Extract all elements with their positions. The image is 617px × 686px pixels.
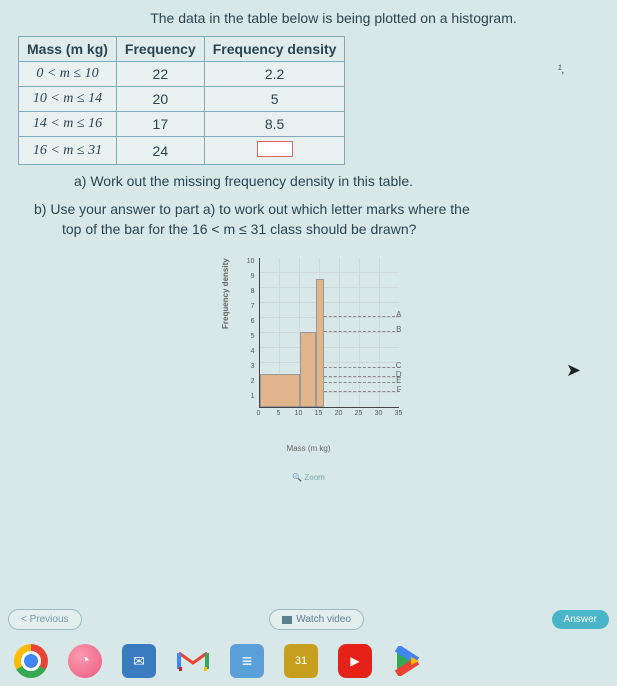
letter-marker-D: D	[324, 376, 400, 377]
answer-button[interactable]: Answer	[552, 610, 609, 629]
cell-freq: 17	[116, 112, 204, 137]
cell-freq: 22	[116, 62, 204, 87]
cell-dens: 2.2	[204, 62, 345, 87]
previous-button[interactable]: < Previous	[8, 609, 82, 630]
th-mass: Mass (m kg)	[19, 37, 117, 62]
histogram-bar	[260, 374, 300, 407]
question-b-line2: top of the bar for the 16 < m ≤ 31 class…	[62, 219, 416, 239]
th-dens: Frequency density	[204, 37, 345, 62]
letter-marker-E: E	[324, 382, 400, 383]
files-icon[interactable]: 31	[284, 644, 318, 678]
y-ticks: 12345678910	[245, 258, 257, 408]
watch-video-button[interactable]: Watch video	[269, 609, 364, 630]
letter-marker-C: C	[324, 367, 400, 368]
camera-icon	[282, 616, 292, 624]
nav-bar: < Previous Watch video Answer	[0, 609, 617, 630]
cell-dens: 5	[204, 87, 345, 112]
cell-dens-answer[interactable]	[204, 137, 345, 165]
cell-mass: 16 < m ≤ 31	[19, 137, 117, 165]
cell-mass: 10 < m ≤ 14	[19, 87, 117, 112]
y-axis-label: Frequency density	[221, 258, 230, 329]
tasks-icon[interactable]	[230, 644, 264, 678]
plot-area: A B C D E F	[259, 258, 399, 408]
cursor-icon: ➤	[566, 360, 581, 381]
cell-freq: 20	[116, 87, 204, 112]
table-row: 14 < m ≤ 16 17 8.5	[19, 112, 345, 137]
histogram-bar	[316, 279, 324, 407]
data-table: Mass (m kg) Frequency Frequency density …	[18, 36, 345, 165]
taskbar: ✉ 31	[0, 636, 617, 686]
outlook-icon[interactable]: ✉	[122, 644, 156, 678]
intro-text: The data in the table below is being plo…	[64, 10, 603, 26]
letter-marker-F: F	[324, 391, 400, 392]
chrome-icon[interactable]	[14, 644, 48, 678]
gmail-icon[interactable]	[176, 644, 210, 678]
x-axis-label: Mass (m kg)	[219, 444, 399, 453]
watch-label: Watch video	[296, 614, 351, 625]
table-row: 0 < m ≤ 10 22 2.2	[19, 62, 345, 87]
table-row: 16 < m ≤ 31 24	[19, 137, 345, 165]
th-freq: Frequency	[116, 37, 204, 62]
histogram-bar	[300, 332, 316, 407]
question-b: b) Use your answer to part a) to work ou…	[34, 199, 583, 240]
question-a: a) Work out the missing frequency densit…	[74, 173, 583, 189]
youtube-icon[interactable]	[338, 644, 372, 678]
question-b-line1: b) Use your answer to part a) to work ou…	[34, 201, 470, 217]
assistant-icon[interactable]	[68, 644, 102, 678]
scribble: ¹,	[558, 62, 565, 76]
cell-freq: 24	[116, 137, 204, 165]
letter-marker-B: B	[324, 331, 400, 332]
cell-mass: 0 < m ≤ 10	[19, 62, 117, 87]
play-store-icon[interactable]	[392, 644, 426, 678]
answer-box[interactable]	[257, 141, 293, 157]
cell-mass: 14 < m ≤ 16	[19, 112, 117, 137]
cell-dens: 8.5	[204, 112, 345, 137]
zoom-button[interactable]: 🔍 Zoom	[219, 473, 399, 482]
chart: Frequency density 12345678910 ABCDEF 051…	[219, 258, 399, 482]
table-row: 10 < m ≤ 14 20 5	[19, 87, 345, 112]
letter-marker-A: A	[324, 316, 400, 317]
